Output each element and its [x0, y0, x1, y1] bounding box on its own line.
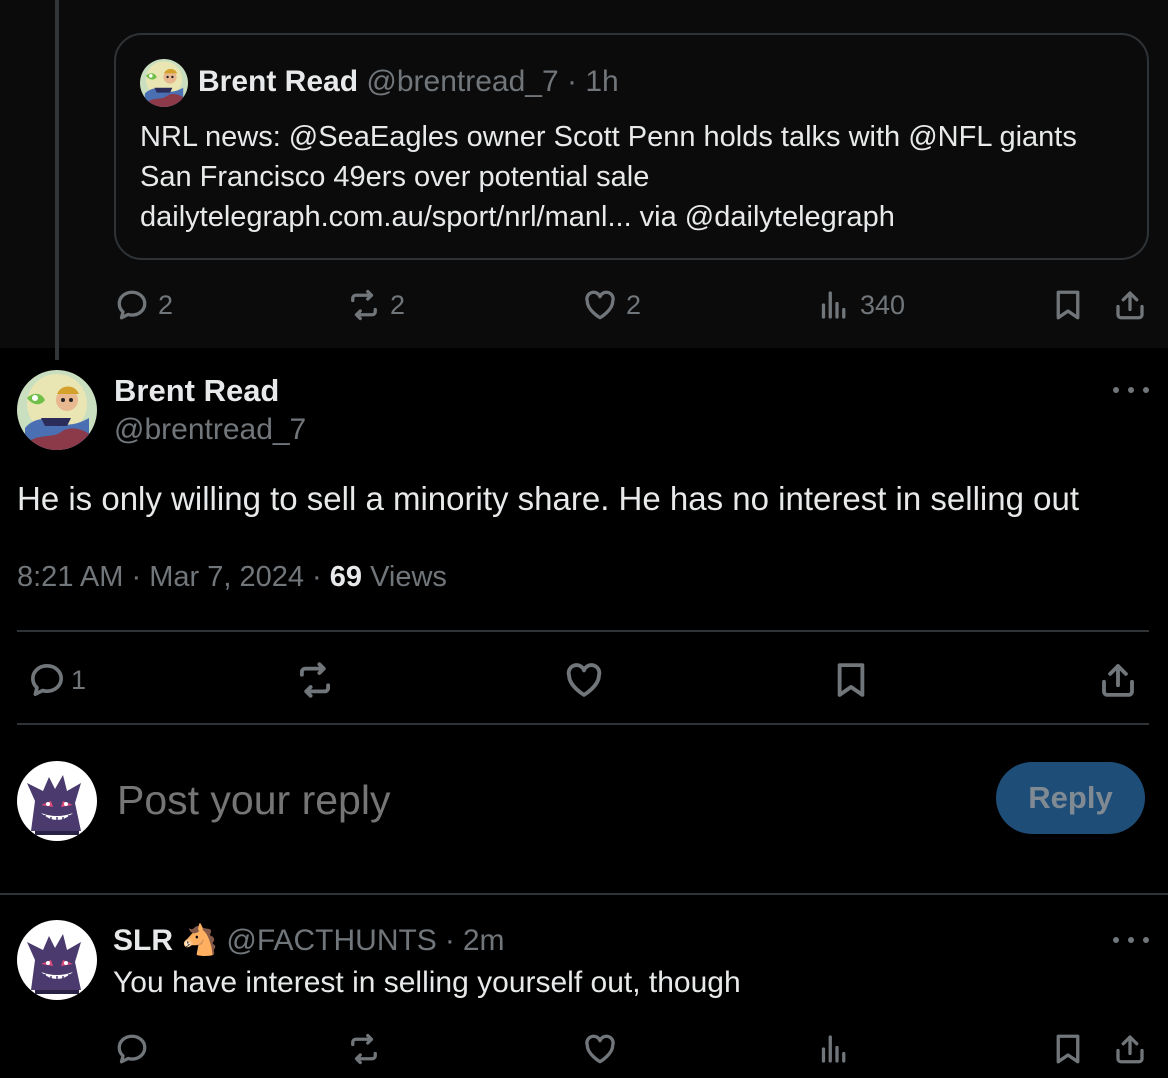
reply-icon	[114, 1031, 150, 1067]
separator: ·	[312, 561, 322, 593]
reply-time[interactable]: 2m	[463, 924, 505, 958]
views-label: Views	[370, 561, 447, 593]
separator: ·	[566, 65, 577, 98]
main-author-handle[interactable]: @brentread_7	[114, 413, 306, 447]
current-user-avatar[interactable]	[17, 761, 97, 841]
reply-author-avatar[interactable]	[17, 920, 97, 1000]
quoted-author-avatar[interactable]	[140, 59, 188, 107]
separator: ·	[444, 923, 455, 957]
bookmark-button[interactable]	[1050, 1024, 1086, 1074]
repost-button[interactable]	[346, 1024, 382, 1074]
quoted-post-text: NRL news: @SeaEagles owner Scott Penn ho…	[140, 121, 1077, 233]
views-count: 69	[329, 561, 363, 593]
main-author-avatar[interactable]	[17, 370, 97, 450]
share-button[interactable]	[1097, 655, 1139, 705]
like-count: 2	[626, 289, 642, 320]
views-button[interactable]: 340	[816, 280, 905, 330]
views-button[interactable]	[816, 1024, 852, 1074]
reply-author-name[interactable]: SLR	[113, 924, 173, 958]
main-post-actions: 1	[0, 655, 1168, 705]
reply-icon	[114, 287, 150, 323]
reply-submit-button[interactable]: Reply	[996, 762, 1145, 834]
reply-icon	[27, 660, 67, 700]
views-icon	[816, 287, 852, 323]
horse-emoji: 🐴	[181, 924, 219, 957]
share-icon	[1112, 287, 1148, 323]
like-icon	[582, 1031, 618, 1067]
reply-input[interactable]	[117, 770, 937, 830]
divider	[17, 723, 1149, 725]
bookmark-button[interactable]	[1050, 280, 1086, 330]
more-icon[interactable]	[1113, 380, 1149, 400]
bookmark-icon	[830, 659, 872, 701]
separator: ·	[131, 561, 142, 593]
like-icon	[582, 287, 618, 323]
reply-button[interactable]: 2	[114, 280, 173, 330]
reply-actions	[0, 1024, 1168, 1074]
like-button[interactable]: 2	[582, 280, 641, 330]
bookmark-icon	[1050, 1031, 1086, 1067]
parent-post-area: Brent Read @brentread_7 · 1h NRL news: @…	[0, 0, 1168, 348]
share-icon	[1112, 1031, 1148, 1067]
bookmark-button[interactable]	[830, 655, 872, 705]
like-icon	[563, 659, 605, 701]
main-author-name[interactable]: Brent Read	[114, 373, 279, 409]
reply-author-handle[interactable]: @FACTHUNTS	[226, 924, 436, 958]
divider	[17, 630, 1149, 632]
quoted-author-handle[interactable]: @brentread_7	[366, 65, 558, 98]
repost-icon	[346, 287, 382, 323]
like-button[interactable]	[582, 1024, 618, 1074]
thread-connector-line	[55, 0, 59, 360]
reply-header: SLR 🐴 @FACTHUNTS · 2m	[113, 923, 505, 958]
quoted-author-name[interactable]: Brent Read	[198, 65, 358, 98]
share-button[interactable]	[1112, 280, 1148, 330]
reply-count: 2	[158, 289, 174, 320]
repost-icon	[346, 1031, 382, 1067]
views-icon	[816, 1031, 852, 1067]
share-button[interactable]	[1112, 1024, 1148, 1074]
reply-text: You have interest in selling yourself ou…	[113, 966, 741, 999]
more-icon[interactable]	[1113, 930, 1149, 950]
main-post-text: He is only willing to sell a minority sh…	[17, 480, 1079, 517]
share-icon	[1097, 659, 1139, 701]
repost-button[interactable]	[294, 655, 336, 705]
post-time[interactable]: 8:21 AM	[17, 561, 123, 593]
reply-count: 1	[71, 664, 87, 695]
reply-button[interactable]	[114, 1024, 150, 1074]
repost-count: 2	[390, 289, 406, 320]
divider	[0, 893, 1168, 895]
parent-post-actions: 2 2 2 340	[0, 280, 1168, 330]
main-post-meta: 8:21 AM · Mar 7, 2024 · 69 Views	[17, 561, 447, 594]
bookmark-icon	[1050, 287, 1086, 323]
quoted-post-card[interactable]: Brent Read @brentread_7 · 1h NRL news: @…	[114, 33, 1149, 260]
quoted-post-time[interactable]: 1h	[585, 65, 618, 98]
repost-icon	[294, 659, 336, 701]
repost-button[interactable]: 2	[346, 280, 405, 330]
post-date[interactable]: Mar 7, 2024	[149, 561, 304, 593]
reply-button[interactable]: 1	[27, 655, 86, 705]
quoted-post-header: Brent Read @brentread_7 · 1h	[198, 65, 619, 99]
views-count: 340	[860, 289, 906, 320]
like-button[interactable]	[563, 655, 605, 705]
